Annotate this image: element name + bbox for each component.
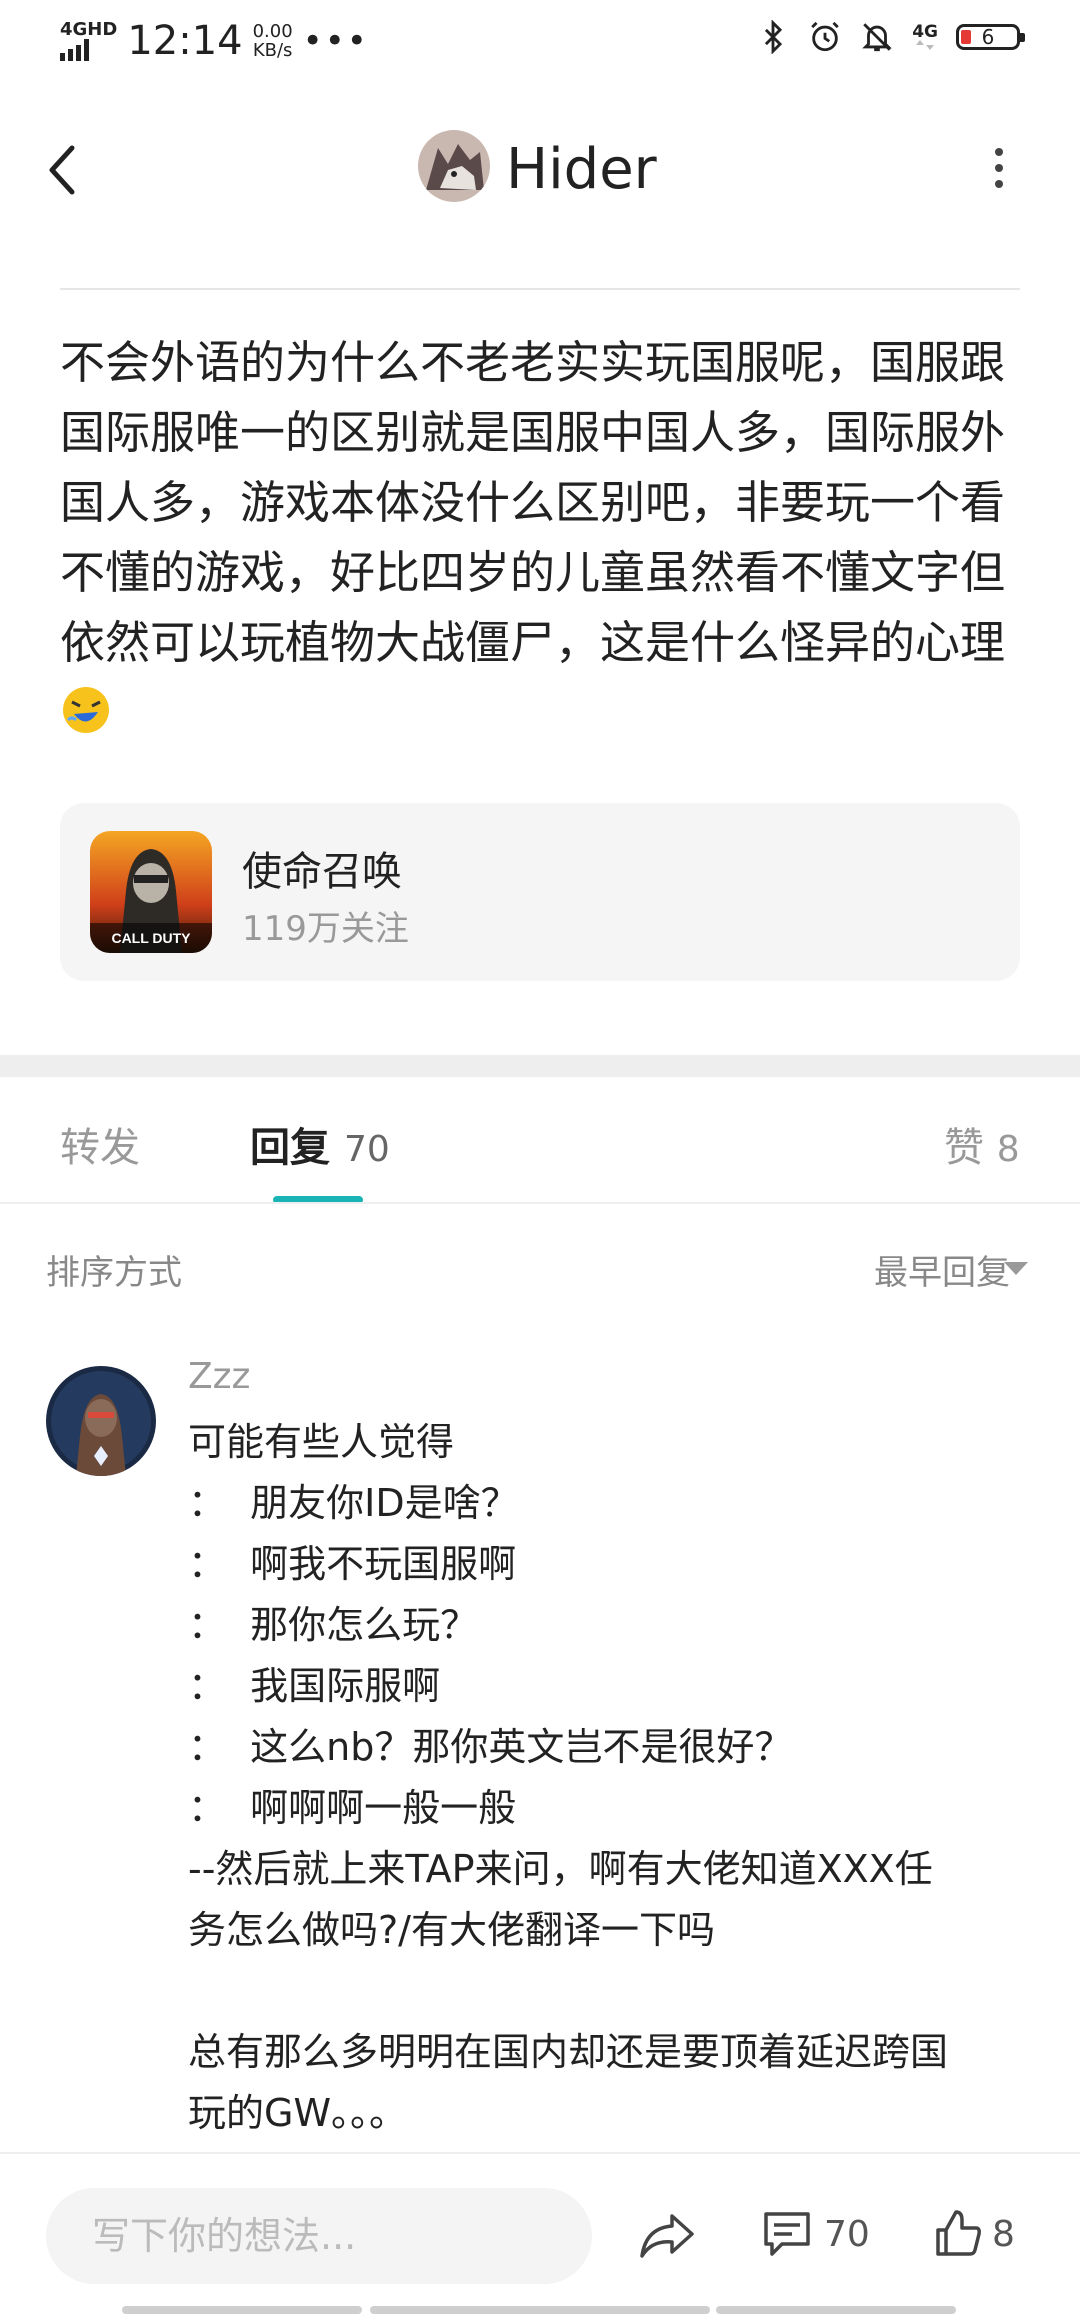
like-button[interactable]: 8 [932,2208,1015,2260]
post-content: 不会外语的为什么不老老实实玩国服呢，国服跟国际服唯一的区别就是国服中国人多，国际… [60,328,1030,748]
tab-repost-label: 转发 [60,1125,140,1171]
laughing-emoji-icon [63,687,109,733]
more-vertical-icon[interactable] [984,146,1014,190]
status-more-icon: ••• [302,21,369,61]
tab-reply-count: 70 [343,1129,390,1170]
alarm-icon [811,21,839,52]
sort-label: 排序方式 [46,1253,182,1293]
battery-icon: 6 [956,24,1025,50]
home-indicator [0,2306,1080,2316]
page-title: Hider [506,137,657,202]
game-icon: CALL DUTY [90,831,212,953]
comment-text: 可能有些人觉得 ： 朋友你ID是啥？ ： 啊我不玩国服啊 ： 那你怎么玩？ ： … [188,1412,1028,2144]
game-card[interactable]: CALL DUTY 使命召唤 119万关注 [60,803,1020,981]
status-left: 4GHD 12:14 0.00 KB/s ••• [60,18,369,64]
tab-like-count: 8 [996,1129,1020,1170]
status-right: 4G 6 [756,20,1025,54]
call-of-duty-icon: CALL DUTY [90,831,212,953]
comment-line: ： 啊我不玩国服啊 [188,1542,517,1586]
thumbs-up-icon [936,2210,981,2256]
caret-down-icon[interactable] [1004,1262,1028,1275]
tab-like-label: 赞 [944,1125,984,1171]
section-divider [0,1055,1080,1077]
share-icon[interactable] [638,2210,696,2262]
speed-value: 0.00 [252,21,293,42]
comment-line: 务怎么做吗?/有大佬翻译一下吗 [188,1908,715,1952]
back-arrow-icon[interactable] [42,140,92,200]
tab-repost[interactable]: 转发 [60,1115,140,1173]
comment-line: 总有那么多明明在国内却还是要顶着延迟跨国 [188,2030,949,2074]
comment-line: 玩的GW。。。 [188,2091,408,2135]
tab-reply-label: 回复 [250,1125,330,1171]
sort-dropdown[interactable]: 最早回复 [874,1245,1010,1294]
commenter-name[interactable]: Zzz [188,1356,250,1397]
status-bar: 4GHD 12:14 0.00 KB/s ••• 4G 6 [0,0,1080,80]
game-followers: 119万关注 [242,909,409,949]
comment-line: --然后就上来TAP来问，啊有大佬知道XXX任 [188,1847,933,1891]
game-icon-text: CALL DUTY [111,930,191,946]
tab-reply[interactable]: 回复 70 [250,1115,390,1173]
robot-avatar-icon [46,1366,156,1476]
comment-input[interactable]: 写下你的想法... [46,2188,592,2284]
speed-unit: KB/s [252,40,293,61]
battery-level: 6 [981,25,995,49]
post-text: 不会外语的为什么不老老实实玩国服呢，国服跟国际服唯一的区别就是国服中国人多，国际… [60,336,1006,669]
network-speed: 0.00 KB/s [253,22,293,60]
home-indicator-segment [122,2306,362,2314]
commenter-avatar[interactable] [46,1366,156,1476]
comment-line [188,1961,1028,2022]
tab-like[interactable]: 赞 8 [944,1115,1020,1173]
author-avatar[interactable] [418,130,490,202]
comment-line: ： 那你怎么玩？ [188,1603,479,1647]
network-indicator: 4GHD [60,21,117,61]
mute-bell-icon [862,23,892,52]
network-label: 4GHD [60,19,118,40]
comment-count: 70 [824,2213,870,2255]
signal-icon [60,39,117,61]
comment-line: ： 这么nb？那你英文岂不是很好？ [188,1725,793,1769]
bottom-action-bar: 写下你的想法... 70 8 [0,2152,1080,2318]
comment-line: 可能有些人觉得 [188,1420,455,1464]
home-indicator-segment [370,2306,710,2314]
like-count: 8 [992,2213,1015,2255]
comment-line: ： 我国际服啊 [188,1664,441,1708]
data-arrows-icon [916,40,935,50]
home-indicator-segment [716,2306,956,2314]
comment-line: ： 朋友你ID是啥？ [188,1481,519,1525]
game-name: 使命召唤 [242,849,402,895]
tabs-divider [0,1202,1080,1204]
bluetooth-icon [765,20,783,54]
comment-icon [764,2212,810,2256]
status-time: 12:14 [127,18,243,64]
network-4g-label: 4G [912,22,938,42]
header-divider [60,288,1020,290]
comment-line: ： 啊啊啊一般一般 [188,1786,517,1830]
comment-button[interactable]: 70 [760,2208,870,2260]
network-4g-indicator: 4G [912,24,938,50]
wolf-avatar-icon [418,130,490,202]
